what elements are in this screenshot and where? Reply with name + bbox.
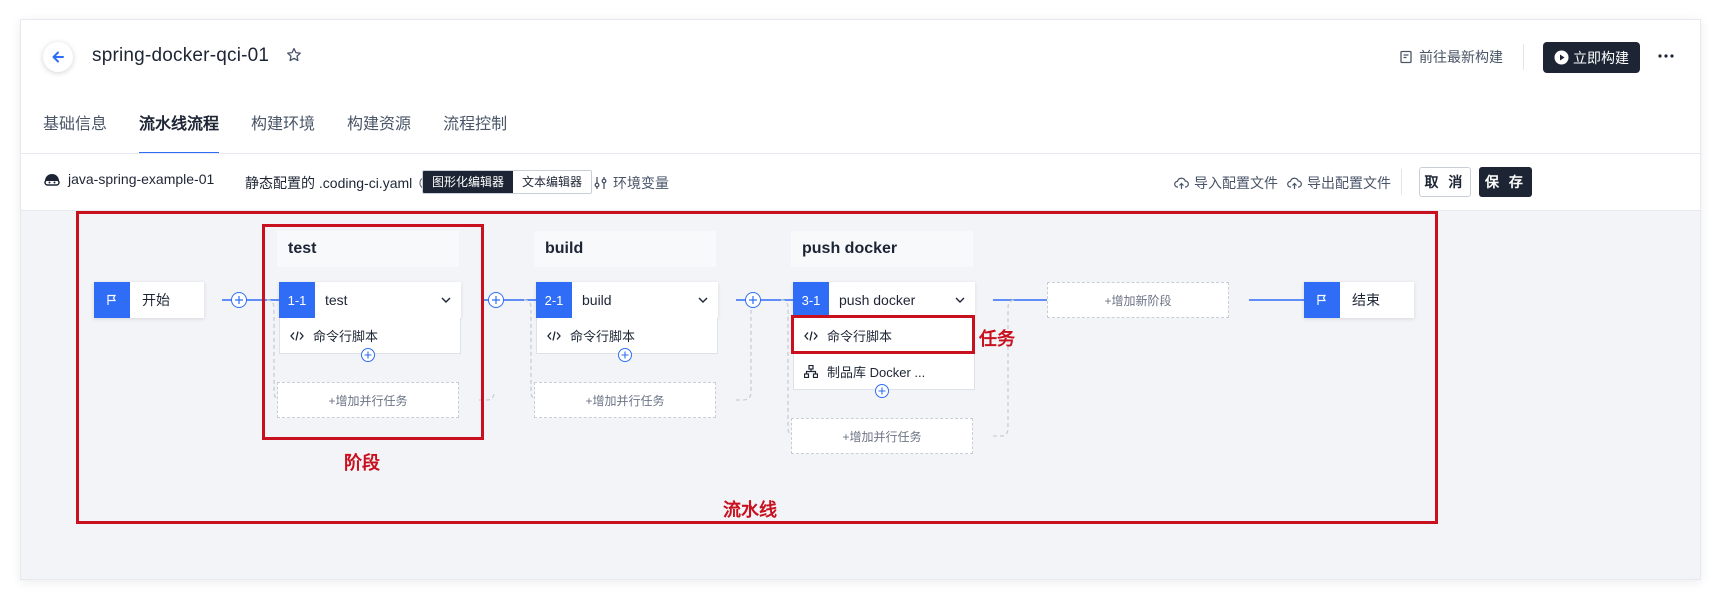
config-file-label: 静态配置的 .coding-ci.yaml xyxy=(245,175,413,191)
pipeline-canvas: 开始 test 1-1 test 命令行脚本 +增加并行任务 build 2-1… xyxy=(21,211,1700,579)
star-icon[interactable] xyxy=(286,47,302,63)
export-config-label: 导出配置文件 xyxy=(1307,175,1391,191)
env-vars-label: 环境变量 xyxy=(613,175,669,191)
import-config-label: 导入配置文件 xyxy=(1194,175,1278,191)
stage-annotation-box xyxy=(262,224,484,440)
pipeline-editor-window: spring-docker-qci-01 前往最新构建 立即构建 基础信息 流水… xyxy=(20,19,1701,580)
save-button[interactable]: 保 存 xyxy=(1479,167,1532,197)
play-icon xyxy=(1554,50,1569,65)
repo-name: java-spring-example-01 xyxy=(68,171,215,187)
config-file-info: 静态配置的 .coding-ci.yaml xyxy=(245,173,433,193)
tab-build-resources[interactable]: 构建资源 xyxy=(347,110,411,154)
tab-pipeline-flow[interactable]: 流水线流程 xyxy=(139,110,220,154)
latest-build-link[interactable]: 前往最新构建 xyxy=(1399,47,1503,67)
back-button[interactable] xyxy=(43,42,73,72)
tab-flow-control[interactable]: 流程控制 xyxy=(443,110,507,154)
stage-annotation-label: 阶段 xyxy=(344,453,380,473)
tab-basic-info[interactable]: 基础信息 xyxy=(43,110,107,154)
cloud-upload-icon xyxy=(1287,177,1302,189)
build-log-icon xyxy=(1400,50,1412,64)
repo-icon xyxy=(44,174,60,186)
import-config-button[interactable]: 导入配置文件 xyxy=(1174,173,1278,193)
pipeline-annotation-label: 流水线 xyxy=(723,500,777,520)
editor-mode-toggle: 图形化编辑器 文本编辑器 xyxy=(422,170,593,194)
cancel-button[interactable]: 取 消 xyxy=(1419,167,1471,197)
task-annotation-label: 任务 xyxy=(979,329,1015,349)
cloud-upload-icon xyxy=(1174,177,1189,189)
more-icon[interactable] xyxy=(1658,53,1674,59)
repo-info: java-spring-example-01 xyxy=(43,171,214,187)
tab-build-env[interactable]: 构建环境 xyxy=(251,110,315,154)
page-title: spring-docker-qci-01 xyxy=(92,45,270,66)
export-config-button[interactable]: 导出配置文件 xyxy=(1287,173,1391,193)
arrow-left-icon xyxy=(52,51,64,63)
tab-bar: 基础信息 流水线流程 构建环境 构建资源 流程控制 xyxy=(43,110,539,154)
toolbar-divider xyxy=(1401,169,1402,195)
env-vars-button[interactable]: 环境变量 xyxy=(594,173,669,193)
task-annotation-box xyxy=(791,315,975,354)
tabs-divider xyxy=(21,153,1700,154)
text-editor-button[interactable]: 文本编辑器 xyxy=(513,171,592,193)
header-divider xyxy=(1523,44,1524,70)
sliders-icon xyxy=(594,177,607,189)
latest-build-label: 前往最新构建 xyxy=(1419,49,1503,65)
build-now-button[interactable]: 立即构建 xyxy=(1543,42,1640,73)
visual-editor-button[interactable]: 图形化编辑器 xyxy=(423,171,514,193)
build-now-label: 立即构建 xyxy=(1573,49,1629,66)
